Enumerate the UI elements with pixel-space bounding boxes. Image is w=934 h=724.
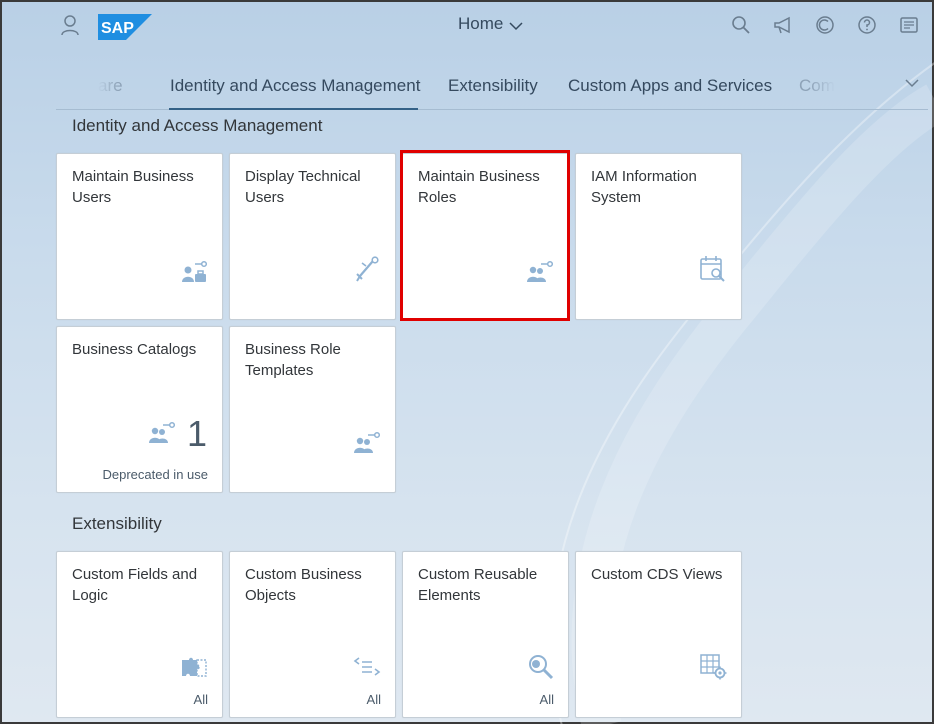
tab-extensibility[interactable]: Extensibility [448,76,538,96]
tile-business-catalogs[interactable]: Business Catalogs 1 Deprecated in use [56,326,223,493]
business-user-key-icon [179,258,209,288]
notifications-icon[interactable] [898,14,920,36]
tile-title: Custom CDS Views [591,566,723,583]
search-icon[interactable] [730,14,752,36]
table-gear-icon [698,652,728,682]
group-key-icon [352,429,382,459]
home-label: Home [458,14,504,33]
help-icon[interactable] [856,14,878,36]
chevron-down-icon [509,22,523,31]
tile-footer: All [193,692,208,707]
tile-title: IAM Information System [591,168,697,206]
tile-custom-business-objects[interactable]: Custom Business Objects All [229,551,396,718]
megaphone-icon[interactable] [772,14,794,36]
tab-identity-and-access-management[interactable]: Identity and Access Management [170,76,420,96]
puzzle-icon [179,652,209,682]
code-list-icon [352,652,382,682]
group-key-icon [147,419,177,449]
tile-footer: All [366,692,381,707]
sap-logo-text: SAP [101,20,134,37]
calendar-search-icon [698,254,728,284]
tile-footer: Deprecated in use [102,467,208,482]
tile-title: Business Catalogs [72,341,197,358]
user-icon[interactable] [60,14,80,36]
anchor-tab-list: are Identity and Access Management Exten… [56,62,876,110]
wrench-search-icon [525,652,555,682]
section-title-identity-and-access-management: Identity and Access Management [72,116,323,135]
tile-footer: All [539,692,554,707]
shell-bar: SAP Home [2,2,932,52]
copilot-icon[interactable] [814,14,836,36]
sap-logo[interactable]: SAP [98,14,152,40]
tile-title: Maintain Business Users [72,168,194,206]
tile-custom-reusable-elements[interactable]: Custom Reusable Elements All [402,551,569,718]
wrench-key-icon [352,254,382,284]
tile-iam-information-system[interactable]: IAM Information System [575,153,742,320]
chevron-down-icon[interactable] [904,76,920,90]
tile-business-role-templates[interactable]: Business Role Templates [229,326,396,493]
tile-display-technical-users[interactable]: Display Technical Users [229,153,396,320]
section-title-extensibility: Extensibility [72,514,162,533]
tile-maintain-business-roles[interactable]: Maintain Business Roles [402,153,569,320]
tile-title: Custom Business Objects [245,566,362,604]
kpi-number: 1 [186,413,207,454]
tab-communication[interactable]: Com [799,76,835,96]
tile-custom-cds-views[interactable]: Custom CDS Views [575,551,742,718]
tab-custom-apps-and-services[interactable]: Custom Apps and Services [568,76,772,96]
tile-title: Custom Reusable Elements [418,566,538,604]
tile-title: Maintain Business Roles [418,168,540,206]
group-key-icon [525,258,555,288]
tile-title: Display Technical Users [245,168,361,206]
tab-software[interactable]: are [98,76,123,96]
tile-title: Business Role Templates [245,341,341,379]
tile-custom-fields-and-logic[interactable]: Custom Fields and Logic All [56,551,223,718]
active-tab-indicator [169,108,418,110]
tile-title: Custom Fields and Logic [72,566,198,604]
anchor-navigation: are Identity and Access Management Exten… [56,62,928,110]
home-menu-button[interactable]: Home [458,14,523,34]
tile-maintain-business-users[interactable]: Maintain Business Users [56,153,223,320]
shell-actions [730,14,920,36]
